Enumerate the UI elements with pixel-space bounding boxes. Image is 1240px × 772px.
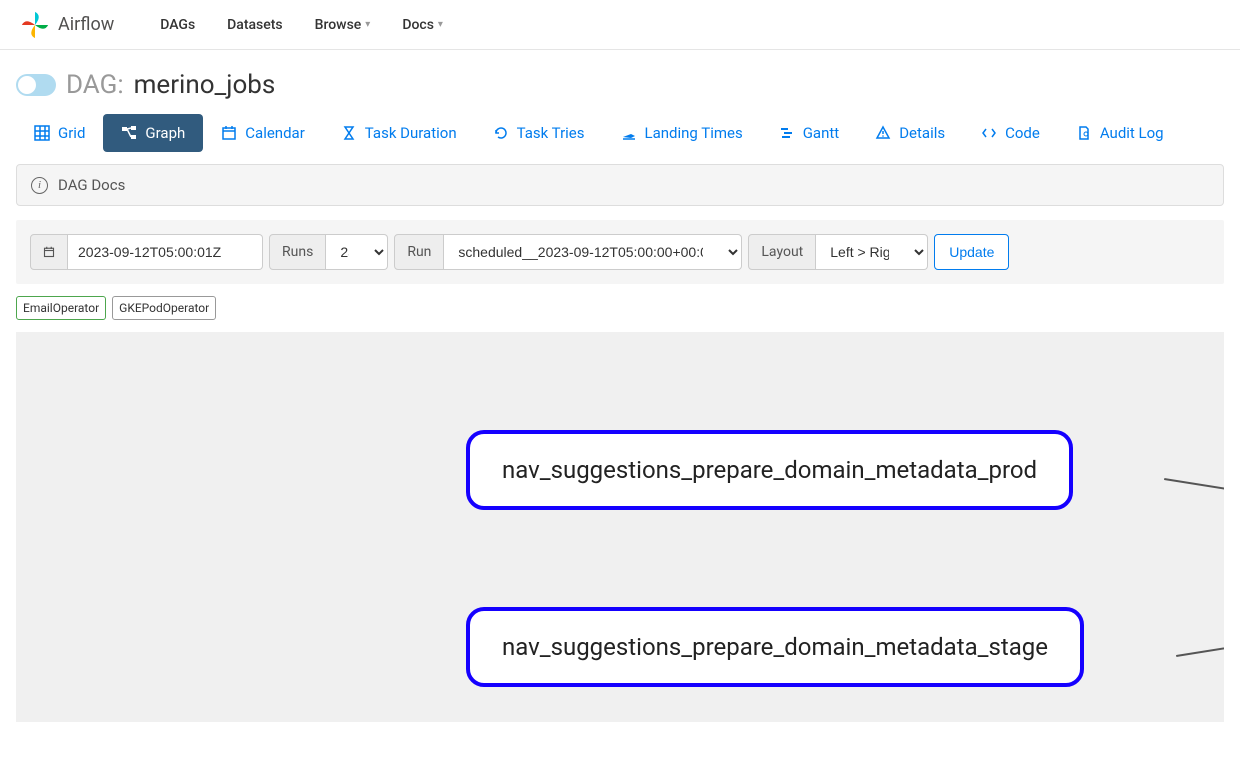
tab-grid[interactable]: Grid [16, 114, 103, 152]
graph-canvas[interactable]: nav_suggestions_prepare_domain_metadata_… [16, 332, 1224, 722]
dag-header: DAG: merino_jobs [0, 50, 1240, 114]
nav-datasets[interactable]: Datasets [211, 9, 298, 41]
tab-landing-times[interactable]: Landing Times [603, 114, 761, 152]
tab-code[interactable]: Code [963, 114, 1058, 152]
landing-icon [621, 125, 637, 141]
tab-audit-log[interactable]: Audit Log [1058, 114, 1182, 152]
runs-label: Runs [269, 234, 326, 270]
graph-edge [1176, 642, 1224, 657]
navbar: Airflow DAGs Datasets Browse▾ Docs▾ [0, 0, 1240, 50]
dag-name: merino_jobs [134, 70, 276, 100]
run-select[interactable]: scheduled__2023-09-12T05:00:00+00:00 [444, 234, 742, 270]
graph-icon [121, 125, 137, 141]
update-button[interactable]: Update [934, 234, 1009, 270]
tab-details[interactable]: Details [857, 114, 963, 152]
tab-graph[interactable]: Graph [103, 114, 203, 152]
task-node[interactable]: nav_suggestions_prepare_domain_metadata_… [466, 430, 1073, 510]
calendar-icon [43, 244, 55, 260]
grid-icon [34, 125, 50, 141]
brand-text: Airflow [58, 14, 114, 35]
legend-gke-operator[interactable]: GKEPodOperator [112, 296, 216, 320]
nav-dags[interactable]: DAGs [144, 9, 211, 41]
info-icon: i [31, 177, 48, 194]
legend-email-operator[interactable]: EmailOperator [16, 296, 106, 320]
logo[interactable]: Airflow [20, 10, 114, 40]
warning-icon [875, 125, 891, 141]
dag-docs-toggle[interactable]: i DAG Docs [16, 164, 1224, 206]
hourglass-icon [341, 125, 357, 141]
retry-icon [493, 125, 509, 141]
controls-bar: Runs 25 Run scheduled__2023-09-12T05:00:… [16, 220, 1224, 284]
tab-gantt[interactable]: Gantt [761, 114, 857, 152]
graph-edge [1164, 478, 1224, 495]
layout-select[interactable]: Left > Right [816, 234, 928, 270]
base-date-input[interactable] [68, 234, 263, 270]
tab-task-tries[interactable]: Task Tries [475, 114, 603, 152]
tab-task-duration[interactable]: Task Duration [323, 114, 475, 152]
gantt-icon [779, 125, 795, 141]
task-node[interactable]: nav_suggestions_prepare_domain_metadata_… [466, 607, 1084, 687]
view-tabs: Grid Graph Calendar Task Duration Task T… [0, 114, 1240, 164]
operator-legend: EmailOperator GKEPodOperator [0, 284, 1240, 332]
document-icon [1076, 125, 1092, 141]
airflow-pinwheel-icon [20, 10, 50, 40]
dag-pause-toggle[interactable] [16, 74, 56, 96]
dag-docs-label: DAG Docs [58, 176, 125, 194]
calendar-button[interactable] [30, 234, 68, 270]
nav-browse[interactable]: Browse▾ [299, 9, 387, 41]
calendar-icon [221, 125, 237, 141]
run-label: Run [394, 234, 444, 270]
nav-docs[interactable]: Docs▾ [386, 9, 459, 41]
dag-label: DAG: [66, 70, 124, 100]
code-icon [981, 125, 997, 141]
chevron-down-icon: ▾ [438, 19, 443, 30]
tab-calendar[interactable]: Calendar [203, 114, 323, 152]
layout-label: Layout [748, 234, 816, 270]
num-runs-select[interactable]: 25 [326, 234, 388, 270]
chevron-down-icon: ▾ [365, 19, 370, 30]
